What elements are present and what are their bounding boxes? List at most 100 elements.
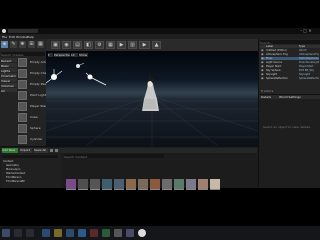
build-button[interactable]: ▥ <box>128 41 137 49</box>
mode-foliage[interactable]: ❀ <box>19 41 26 48</box>
asset-thumbnail <box>162 179 172 190</box>
marketplace-icon: ◧ <box>86 42 91 48</box>
lit-button[interactable]: Lit <box>71 53 78 57</box>
cinematics-button[interactable]: ▶ <box>117 41 126 49</box>
back-icon[interactable] <box>50 149 53 152</box>
folder-item[interactable]: StarterContent <box>6 172 62 175</box>
task-view-icon[interactable] <box>26 229 34 237</box>
asset-tile[interactable] <box>126 179 136 196</box>
category-all[interactable]: All <box>1 88 17 93</box>
details-tabs: Details World Settings <box>259 95 320 99</box>
outliner-row[interactable]: ◉ Atmospheric Fog AtmosphericFog <box>261 53 319 57</box>
blueprints-button[interactable]: ▦ <box>106 41 115 49</box>
asset-tile[interactable] <box>66 179 76 196</box>
show-button[interactable]: Show <box>79 53 88 57</box>
play-icon: ▶ <box>142 42 147 48</box>
asset-tile[interactable] <box>102 179 112 196</box>
search-icon[interactable] <box>14 229 22 237</box>
asset-tile[interactable] <box>210 179 220 196</box>
window-controls[interactable]: – □ ✕ <box>300 29 318 33</box>
save-button[interactable]: ▣ <box>51 41 60 49</box>
sky-light-gizmo[interactable] <box>85 72 107 86</box>
explorer-icon[interactable] <box>54 229 62 237</box>
folder-item[interactable]: Content <box>3 160 59 163</box>
app-icon-1[interactable] <box>90 229 98 237</box>
asset-tile[interactable] <box>78 179 88 196</box>
tab-details[interactable]: Details <box>261 95 271 99</box>
mail-icon[interactable] <box>78 229 86 237</box>
category-lights[interactable]: Lights <box>1 68 17 73</box>
add-new-button[interactable]: Add New <box>2 148 18 153</box>
outliner-row[interactable]: ◉ SkyLight SkyLight <box>261 73 319 77</box>
marketplace-button[interactable]: ◧ <box>84 41 93 49</box>
launch-button[interactable]: ▲ <box>152 41 161 49</box>
actor-icon <box>18 58 27 67</box>
asset-thumbnail <box>126 179 136 190</box>
outliner-row[interactable]: ◉ Floor StaticMeshActor <box>261 57 319 60</box>
asset-tile[interactable] <box>186 179 196 196</box>
edge-icon[interactable] <box>42 229 50 237</box>
character-actor[interactable] <box>142 71 159 112</box>
outliner-row[interactable]: ◉ Player Start PlayerStart <box>261 65 319 69</box>
asset-thumbnail <box>78 179 88 190</box>
outliner-footer: 8 actors <box>261 89 274 93</box>
outliner-search-input[interactable]: Search... <box>260 40 320 45</box>
asset-tile[interactable] <box>198 179 208 196</box>
outliner-row[interactable]: ◉ Sky Sphere Edit BP_Sky <box>261 69 319 73</box>
folder-item[interactable]: Geometry <box>6 164 62 167</box>
outliner-row[interactable]: ◉ Light Source DirectionalLight <box>261 61 319 65</box>
mode-geometry[interactable]: ▦ <box>37 41 44 48</box>
column-label[interactable]: Label <box>266 45 273 48</box>
perspective-button[interactable]: Perspective <box>54 53 70 57</box>
store-icon[interactable] <box>66 229 74 237</box>
app-icon-3[interactable] <box>114 229 122 237</box>
app-icon-4[interactable] <box>126 229 134 237</box>
clock-time[interactable] <box>282 228 318 232</box>
clock-date[interactable] <box>282 233 318 237</box>
forward-icon[interactable] <box>55 149 58 152</box>
folder-search-input[interactable] <box>2 155 58 158</box>
level-tab[interactable] <box>8 29 38 33</box>
mode-paint[interactable]: ✎ <box>10 41 17 48</box>
viewport-options-button[interactable]: ▾ <box>48 53 53 57</box>
cylinder-icon <box>18 135 27 144</box>
class-search-input[interactable]: Search Classes <box>1 52 45 57</box>
pawn-icon <box>18 80 27 89</box>
category-volumes[interactable]: Volumes <box>1 83 17 88</box>
app-icon-2[interactable] <box>102 229 110 237</box>
asset-tile[interactable] <box>90 179 100 196</box>
mode-place[interactable]: ◈ <box>1 41 8 48</box>
mode-landscape[interactable]: ⊞ <box>28 41 35 48</box>
category-recent[interactable]: Recent <box>1 58 17 63</box>
asset-tile[interactable] <box>138 179 148 196</box>
outliner-row[interactable]: ◉ Untitled (Editor) World <box>261 49 319 53</box>
asset-tile[interactable] <box>150 179 160 196</box>
windows-icon[interactable] <box>2 229 10 237</box>
asset-thumbnail <box>102 179 112 190</box>
source-control-button[interactable]: ◉ <box>62 41 71 49</box>
folder-item[interactable]: Mannequin <box>6 168 62 171</box>
main-toolbar: ▣ ◉ ▤ ◧ ⚙ ▦ ▶ ▥ ▶ ▲ <box>46 39 258 51</box>
directional-light-gizmo[interactable] <box>46 69 63 84</box>
category-cinematic[interactable]: Cinematic <box>1 73 17 78</box>
content-button[interactable]: ▤ <box>73 41 82 49</box>
category-visual[interactable]: Visual <box>1 78 17 83</box>
folder-item[interactable]: ThirdPerson <box>6 176 62 179</box>
content-search-input[interactable]: Search Content <box>64 154 164 159</box>
unreal-icon[interactable] <box>138 229 146 237</box>
asset-tile[interactable] <box>162 179 172 196</box>
reflection-gizmo[interactable] <box>76 62 85 68</box>
level-viewport[interactable]: ▾ Perspective Lit Show <box>46 51 258 146</box>
visibility-icon[interactable]: ◉ <box>261 77 264 80</box>
asset-tile[interactable] <box>174 179 184 196</box>
settings-button[interactable]: ⚙ <box>95 41 104 49</box>
play-button[interactable]: ▶ <box>139 41 150 49</box>
tab-world-settings[interactable]: World Settings <box>279 95 301 99</box>
column-type[interactable]: Type <box>299 45 305 48</box>
folder-item[interactable]: ThirdPersonBP <box>6 180 62 183</box>
asset-tile[interactable] <box>114 179 124 196</box>
category-basic[interactable]: Basic <box>1 63 17 68</box>
outliner-row[interactable]: ◉ SphereReflection SphereReflection <box>261 77 319 81</box>
import-button[interactable]: Import <box>20 148 32 153</box>
save-all-button[interactable]: Save All <box>34 148 48 153</box>
